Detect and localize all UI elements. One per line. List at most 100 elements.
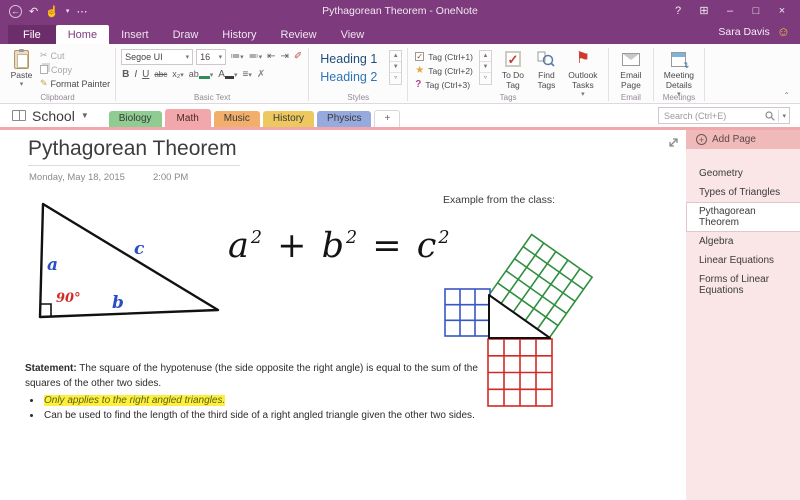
tab-draw[interactable]: Draw bbox=[161, 25, 211, 44]
find-tags-button[interactable]: Find Tags bbox=[530, 47, 563, 92]
notebook-icon bbox=[12, 110, 26, 121]
page-item-geometry[interactable]: Geometry bbox=[686, 164, 800, 183]
ribbon-display-options-button[interactable]: ⊞ bbox=[691, 1, 717, 21]
strikethrough-button[interactable]: abc bbox=[153, 68, 168, 82]
notebook-switcher[interactable]: School ▼ bbox=[12, 104, 89, 127]
bullet-item: Only applies to the right angled triangl… bbox=[42, 393, 487, 408]
user-name[interactable]: Sara Davis bbox=[718, 26, 769, 38]
numbering-icon[interactable]: ≕▾ bbox=[248, 50, 264, 65]
font-color-button[interactable]: A▾ bbox=[217, 68, 238, 83]
styles-more-icon[interactable]: ▿ bbox=[390, 73, 401, 84]
search-icon[interactable] bbox=[765, 111, 775, 121]
section-tab-biology[interactable]: Biology bbox=[109, 111, 162, 127]
search-scope-dropdown-icon[interactable]: ▾ bbox=[782, 112, 786, 120]
section-tab-history[interactable]: History bbox=[263, 111, 314, 127]
red-square bbox=[488, 339, 552, 406]
handwritten-equation[interactable]: a2 + b2 = c2 bbox=[228, 226, 451, 266]
paste-button[interactable]: Paste ▾ bbox=[5, 47, 38, 90]
help-button[interactable]: ? bbox=[665, 1, 691, 21]
outlook-tasks-button[interactable]: ⚑ Outlook Tasks ▾ bbox=[563, 47, 603, 100]
page-canvas[interactable]: Pythagorean Theorem Monday, May 18, 2015… bbox=[0, 130, 686, 500]
tags-scroll-down-icon[interactable]: ▼ bbox=[480, 62, 491, 73]
paragraph-alignment-icon[interactable]: ≡▾ bbox=[241, 68, 252, 83]
tag-ctrl1[interactable]: ✓ Tag (Ctrl+1) bbox=[415, 50, 473, 63]
email-group: Email Page Email bbox=[609, 46, 653, 103]
new-section-tab[interactable]: + bbox=[374, 110, 400, 127]
todo-tag-icon: ✓ bbox=[415, 52, 424, 61]
back-icon[interactable]: ← bbox=[9, 5, 22, 18]
section-tab-math[interactable]: Math bbox=[165, 109, 211, 127]
font-size-select[interactable]: 16▾ bbox=[196, 49, 226, 65]
section-tab-music[interactable]: Music bbox=[214, 111, 260, 127]
section-tab-physics[interactable]: Physics bbox=[317, 111, 371, 127]
styles-group: Heading 1 Heading 2 ▲ ▼ ▿ Styles bbox=[309, 46, 407, 103]
style-heading-1[interactable]: Heading 1 bbox=[314, 50, 387, 68]
highlight-button[interactable]: ab▾ bbox=[188, 67, 215, 83]
full-page-view-icon[interactable] bbox=[667, 136, 680, 149]
bold-button[interactable]: B bbox=[121, 68, 130, 82]
triangle-drawing[interactable]: a c b 90° bbox=[22, 196, 222, 326]
page-item-types-of-triangles[interactable]: Types of Triangles bbox=[686, 183, 800, 202]
font-color-bar bbox=[225, 76, 234, 79]
qat-dropdown-icon[interactable]: ▾ bbox=[66, 7, 70, 15]
tags-scroll-up-icon[interactable]: ▲ bbox=[480, 51, 491, 62]
format-painter-button[interactable]: ✎ Format Painter bbox=[40, 77, 110, 90]
page-title[interactable]: Pythagorean Theorem bbox=[28, 137, 240, 166]
tab-view[interactable]: View bbox=[329, 25, 377, 44]
triangle-label-angle: 90° bbox=[56, 291, 81, 306]
bullets-icon[interactable]: ≔▾ bbox=[229, 50, 245, 65]
clear-formatting-icon[interactable]: ✐ bbox=[293, 50, 303, 64]
close-button[interactable]: × bbox=[769, 1, 795, 21]
underline-button[interactable]: U bbox=[141, 68, 150, 82]
clipboard-group-label: Clipboard bbox=[0, 93, 115, 102]
maximize-button[interactable]: □ bbox=[743, 1, 769, 21]
tags-more-icon[interactable]: ▿ bbox=[480, 73, 491, 84]
email-page-button[interactable]: Email Page bbox=[614, 47, 648, 92]
styles-scroll-up-icon[interactable]: ▲ bbox=[390, 51, 401, 62]
page-item-algebra[interactable]: Algebra bbox=[686, 232, 800, 251]
tab-review[interactable]: Review bbox=[269, 25, 329, 44]
clipboard-icon bbox=[14, 50, 29, 69]
statement-block[interactable]: Statement: The square of the hypotenuse … bbox=[25, 361, 487, 423]
search-input[interactable] bbox=[664, 111, 762, 121]
search-separator bbox=[778, 110, 779, 122]
tab-insert[interactable]: Insert bbox=[109, 25, 161, 44]
copy-button[interactable]: Copy bbox=[40, 63, 110, 76]
minimize-button[interactable]: – bbox=[717, 1, 743, 21]
meeting-details-button[interactable]: Meeting Details ▾ bbox=[659, 47, 699, 100]
tag-ctrl3[interactable]: ? Tag (Ctrl+3) bbox=[415, 78, 473, 91]
format-painter-icon: ✎ bbox=[40, 78, 48, 89]
page-item-pythagorean-theorem[interactable]: Pythagorean Theorem bbox=[686, 202, 800, 232]
paste-dropdown-icon[interactable]: ▾ bbox=[20, 81, 24, 89]
collapse-ribbon-icon[interactable]: ⌃ bbox=[783, 91, 790, 100]
to-do-tag-button[interactable]: ✓ To Do Tag bbox=[496, 47, 530, 92]
tab-home[interactable]: Home bbox=[56, 25, 109, 44]
basic-text-group: Segoe UI▾ 16▾ ≔▾ ≕▾ ⇤ ⇥ ✐ B I U abc x₂▾ … bbox=[116, 46, 308, 103]
page-item-forms-of-linear-equations[interactable]: Forms of Linear Equations bbox=[686, 270, 800, 300]
tags-group: ✓ Tag (Ctrl+1) ★ Tag (Ctrl+2) ? Tag (Ctr… bbox=[408, 46, 608, 103]
cut-button[interactable]: ✂ Cut bbox=[40, 49, 110, 62]
group-separator bbox=[704, 48, 705, 101]
ribbon: Paste ▾ ✂ Cut Copy ✎ Format Painter Clip… bbox=[0, 44, 800, 104]
tab-history[interactable]: History bbox=[210, 25, 268, 44]
touch-mode-icon[interactable]: ☝ bbox=[45, 5, 59, 18]
font-name-select[interactable]: Segoe UI▾ bbox=[121, 49, 193, 65]
page-list-sidebar: + Add Page Geometry Types of Triangles P… bbox=[686, 130, 800, 500]
add-page-button[interactable]: + Add Page bbox=[686, 130, 800, 149]
italic-button[interactable]: I bbox=[133, 68, 138, 82]
page-item-linear-equations[interactable]: Linear Equations bbox=[686, 251, 800, 270]
customize-qat-icon[interactable]: ⋯ bbox=[76, 5, 87, 18]
undo-icon[interactable]: ↶ bbox=[29, 5, 38, 18]
tag-ctrl2[interactable]: ★ Tag (Ctrl+2) bbox=[415, 64, 473, 77]
delete-icon[interactable]: ✗ bbox=[256, 68, 266, 82]
file-tab[interactable]: File bbox=[8, 25, 56, 44]
styles-scroll: ▲ ▼ ▿ bbox=[389, 50, 402, 85]
triangle-label-b: b bbox=[112, 293, 124, 313]
subscript-button[interactable]: x₂▾ bbox=[171, 67, 185, 83]
feedback-smiley-icon[interactable]: ☺ bbox=[777, 24, 790, 39]
styles-scroll-down-icon[interactable]: ▼ bbox=[390, 62, 401, 73]
decrease-indent-icon[interactable]: ⇤ bbox=[266, 50, 276, 64]
increase-indent-icon[interactable]: ⇥ bbox=[280, 50, 290, 64]
style-heading-2[interactable]: Heading 2 bbox=[314, 68, 387, 86]
center-triangle bbox=[489, 295, 550, 338]
